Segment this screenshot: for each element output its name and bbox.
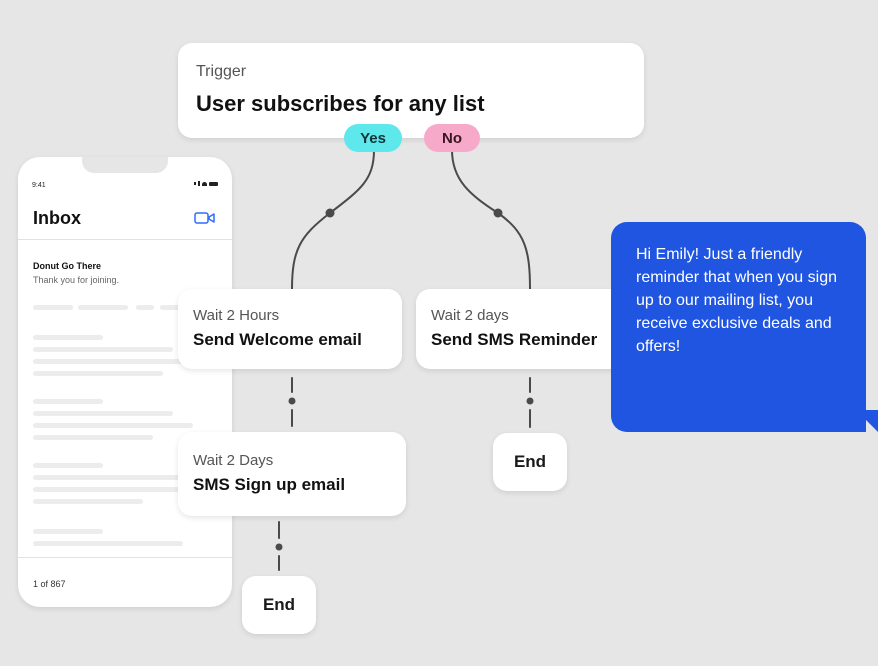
trigger-label: Trigger <box>196 63 247 80</box>
trigger-card[interactable]: Trigger User subscribes for any list <box>178 43 644 138</box>
sms-message-text: Hi Emily! Just a friendly reminder that … <box>636 246 837 355</box>
end-node-email-branch[interactable]: End <box>242 576 316 634</box>
step-card-sms-reminder[interactable]: Wait 2 days Send SMS Reminder <box>416 289 630 369</box>
no-branch-badge[interactable]: No <box>424 124 480 152</box>
step-wait-label: Wait 2 days <box>431 307 509 324</box>
connector-node <box>288 397 296 405</box>
step-action-label: SMS Sign up email <box>193 475 346 494</box>
connector-yes <box>291 149 375 290</box>
trigger-title: User subscribes for any list <box>196 91 485 116</box>
sms-message-bubble: Hi Emily! Just a friendly reminder that … <box>611 222 866 432</box>
connector-node <box>275 543 283 551</box>
step-action-label: Send Welcome email <box>193 330 362 349</box>
connector-no <box>451 149 531 290</box>
step-card-sms-signup-email[interactable]: Wait 2 Days SMS Sign up email <box>178 432 406 516</box>
step-wait-label: Wait 2 Hours <box>193 307 280 324</box>
connector-node <box>493 208 503 218</box>
step-card-welcome-email[interactable]: Wait 2 Hours Send Welcome email <box>178 289 402 369</box>
connector-node <box>526 397 534 405</box>
end-node-sms-branch[interactable]: End <box>493 433 567 491</box>
step-wait-label: Wait 2 Days <box>193 452 274 469</box>
sms-bubble-tail <box>856 410 878 432</box>
yes-branch-badge[interactable]: Yes <box>344 124 402 152</box>
step-action-label: Send SMS Reminder <box>431 330 598 349</box>
connector-node <box>325 208 335 218</box>
